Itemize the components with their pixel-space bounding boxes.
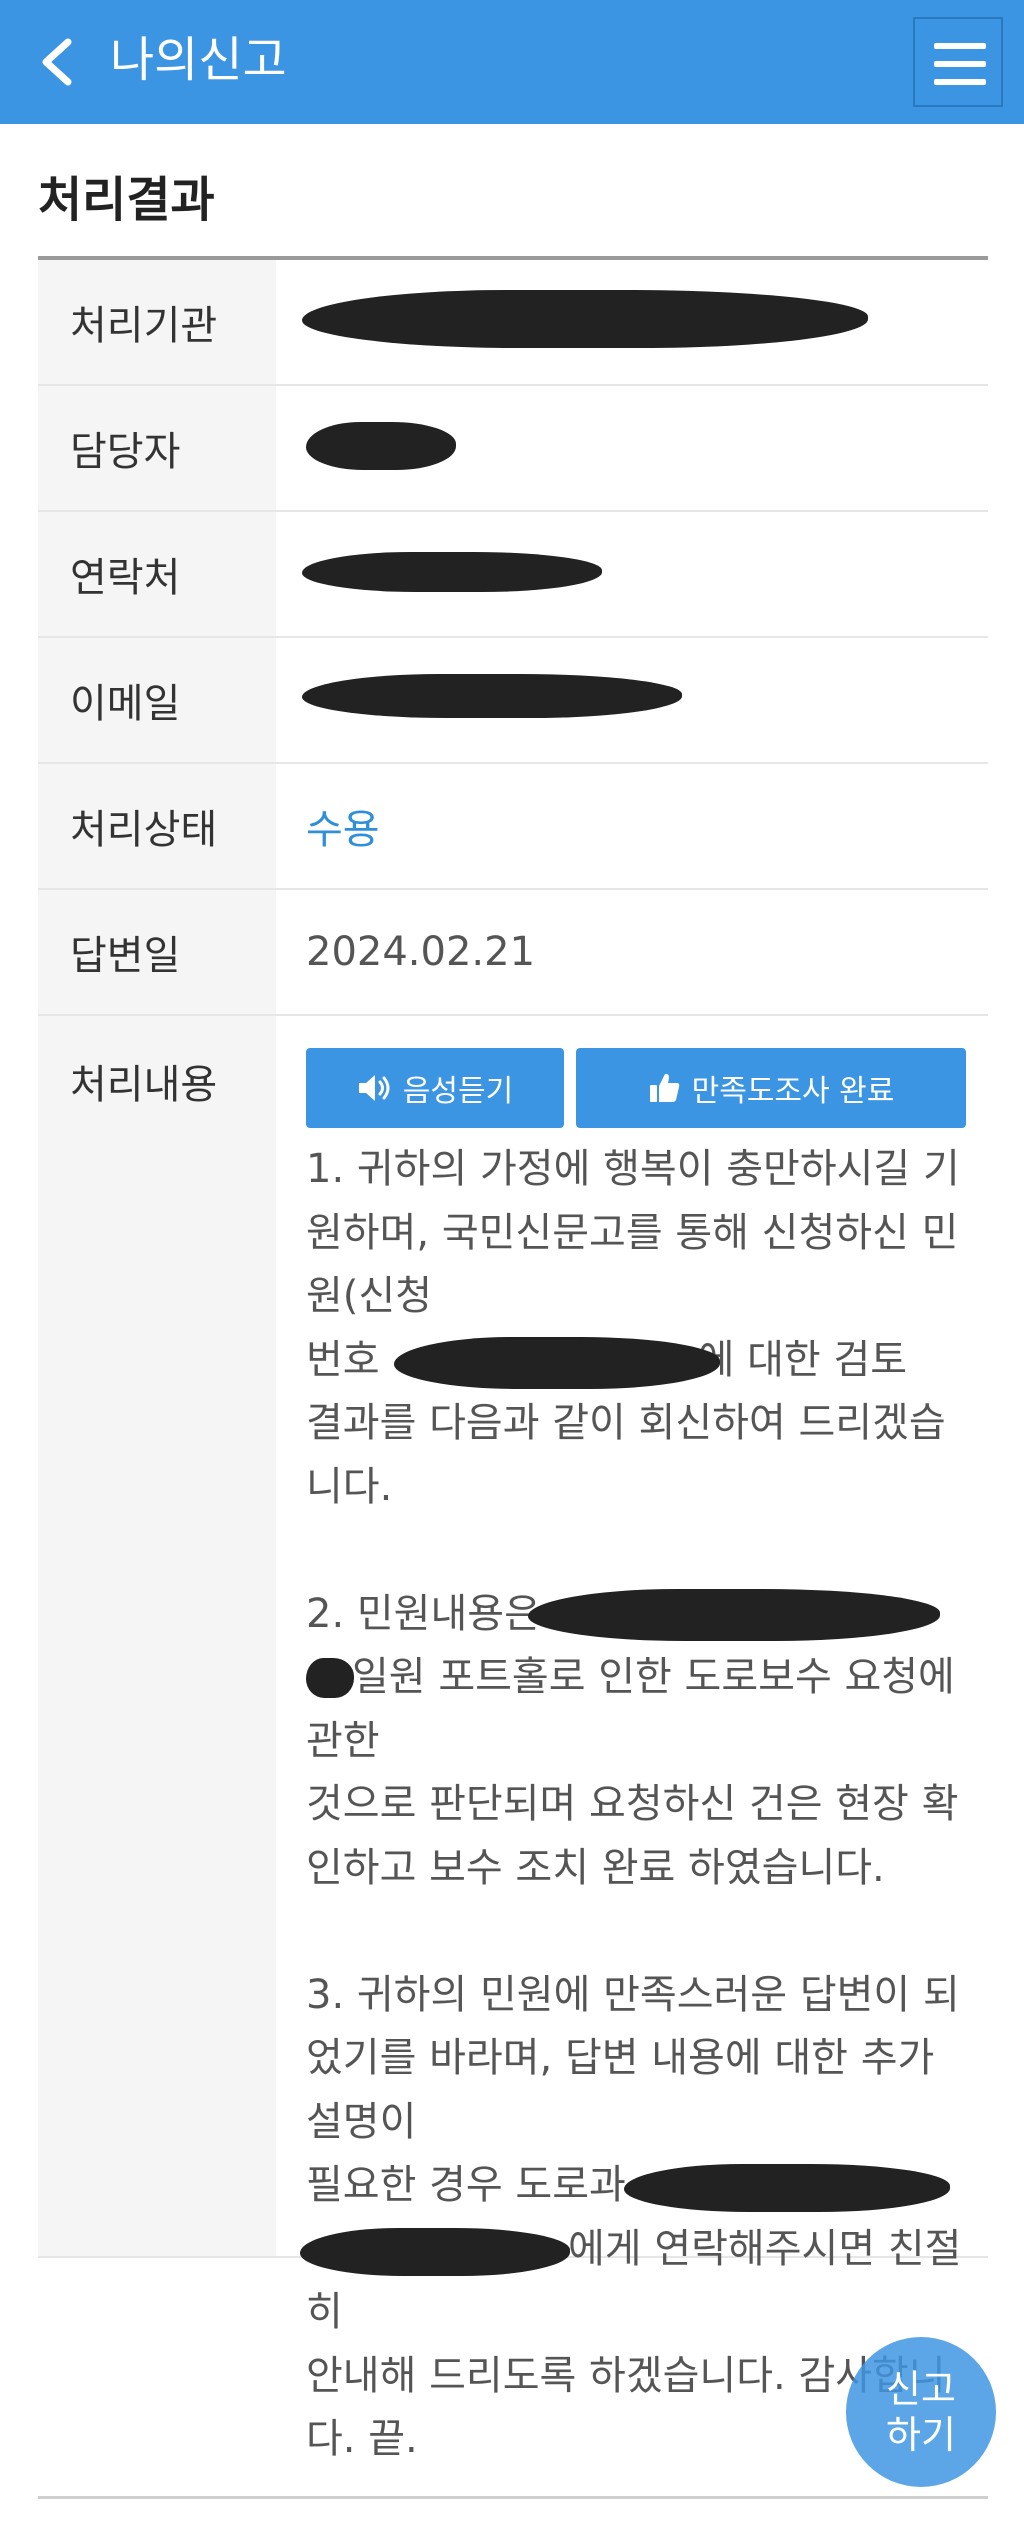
satisfaction-survey-button[interactable]: 만족도조사 완료 bbox=[576, 1048, 966, 1128]
row-manager: 담당자 bbox=[38, 386, 988, 512]
agency-label: 처리기관 bbox=[38, 260, 276, 384]
answer-line: 1. 귀하의 가정에 행복이 충만하시길 기 bbox=[306, 1146, 960, 1192]
email-value bbox=[276, 638, 988, 762]
manager-value bbox=[276, 386, 988, 510]
content-label: 처리내용 bbox=[38, 1016, 276, 2256]
row-agency: 처리기관 bbox=[38, 260, 988, 386]
answer-date-label: 답변일 bbox=[38, 890, 276, 1014]
answer-date-value: 2024.02.21 bbox=[306, 929, 536, 975]
answer-line-part: 2. 민원내용은 bbox=[306, 1590, 541, 1637]
page-title: 나의신고 bbox=[110, 32, 287, 88]
redacted-text bbox=[528, 1588, 940, 1641]
redacted-text bbox=[306, 422, 456, 470]
status-value: 수용 bbox=[306, 807, 380, 853]
redacted-text bbox=[394, 1336, 720, 1389]
section-title: 처리결과 bbox=[38, 172, 215, 228]
redacted-text bbox=[624, 2164, 950, 2212]
contact-label: 연락처 bbox=[38, 512, 276, 636]
answer-line: 에게 연락해주시면 친절 bbox=[300, 2218, 966, 2282]
answer-line: 원(신청 bbox=[306, 1273, 433, 1319]
answer-line: 결과를 다음과 같이 회신하여 드리겠습 bbox=[306, 1400, 946, 1446]
chevron-left-icon[interactable] bbox=[30, 30, 90, 94]
redacted-text bbox=[302, 290, 868, 348]
content-value: 음성듣기 만족도조사 완료 1. 귀하의 가정에 행복이 충만하시길 기 원하며… bbox=[276, 1016, 988, 2462]
answer-line-part: 에게 연락해주시면 친절 bbox=[568, 2225, 962, 2272]
answer-line: 3. 귀하의 민원에 만족스러운 답변이 되 bbox=[306, 1971, 960, 2018]
top-app-bar: 나의신고 bbox=[0, 0, 1024, 124]
manager-label: 담당자 bbox=[38, 386, 276, 510]
report-fab-button[interactable]: 신고 하기 bbox=[846, 2337, 996, 2487]
answer-line: 원하며, 국민신문고를 통해 신청하신 민 bbox=[306, 1209, 959, 1256]
status-label: 처리상태 bbox=[38, 764, 276, 888]
answer-line-part: 번호 bbox=[306, 1336, 380, 1383]
answer-line-part: 일원 포트홀로 인한 도로보수 요청에 bbox=[352, 1654, 955, 1700]
answer-line-part: 에 대한 검토 bbox=[697, 1336, 908, 1383]
row-answer-date: 답변일 2024.02.21 bbox=[38, 890, 988, 1016]
thumbs-up-icon bbox=[649, 1073, 679, 1102]
fab-label-line1: 신고 bbox=[886, 2367, 956, 2411]
answer-line: 었기를 바라며, 답변 내용에 대한 추가 bbox=[306, 2035, 935, 2081]
answer-line: 인하고 보수 조치 완료 하였습니다. bbox=[306, 1844, 885, 1891]
email-label: 이메일 bbox=[38, 638, 276, 762]
redacted-text bbox=[302, 552, 602, 592]
answer-line: 2. 민원내용은 bbox=[306, 1583, 966, 1647]
answer-line: 필요한 경우 도로과 bbox=[306, 2154, 966, 2218]
fab-label-line2: 하기 bbox=[886, 2413, 956, 2457]
result-table: 처리기관 담당자 연락처 이메일 처리상태 수용 답변일 2024.02.21 … bbox=[38, 260, 988, 2462]
redacted-text bbox=[302, 674, 682, 718]
voice-listen-button[interactable]: 음성듣기 bbox=[306, 1048, 564, 1128]
answer-line: 번호 에 대한 검토 bbox=[306, 1329, 966, 1393]
answer-line-part: 필요한 경우 도로과 bbox=[306, 2162, 626, 2208]
answer-line: 히 bbox=[306, 2289, 343, 2335]
answer-line: 니다. bbox=[306, 1463, 393, 1510]
answer-line: 일원 포트홀로 인한 도로보수 요청에 bbox=[306, 1646, 966, 1710]
answer-text: 1. 귀하의 가정에 행복이 충만하시길 기 원하며, 국민신문고를 통해 신청… bbox=[300, 1138, 966, 2472]
answer-line: 관한 bbox=[306, 1717, 380, 1764]
agency-value bbox=[276, 260, 988, 384]
row-status: 처리상태 수용 bbox=[38, 764, 988, 890]
answer-line: 설명이 bbox=[306, 2098, 417, 2145]
redacted-text bbox=[306, 1658, 354, 1698]
redacted-text bbox=[300, 2227, 570, 2276]
table-bottom-divider bbox=[38, 2496, 988, 2499]
row-content: 처리내용 음성듣기 만족도조사 완료 1. 귀하의 가정에 행복이 충만하시길 … bbox=[38, 1016, 988, 2462]
voice-listen-label: 음성듣기 bbox=[402, 1074, 514, 1109]
satisfaction-survey-label: 만족도조사 완료 bbox=[691, 1074, 895, 1109]
row-contact: 연락처 bbox=[38, 512, 988, 638]
answer-line: 것으로 판단되며 요청하신 건은 현장 확 bbox=[306, 1781, 959, 1827]
speaker-icon bbox=[358, 1075, 390, 1101]
hamburger-menu-icon[interactable] bbox=[913, 17, 1003, 107]
row-email: 이메일 bbox=[38, 638, 988, 764]
contact-value bbox=[276, 512, 988, 636]
